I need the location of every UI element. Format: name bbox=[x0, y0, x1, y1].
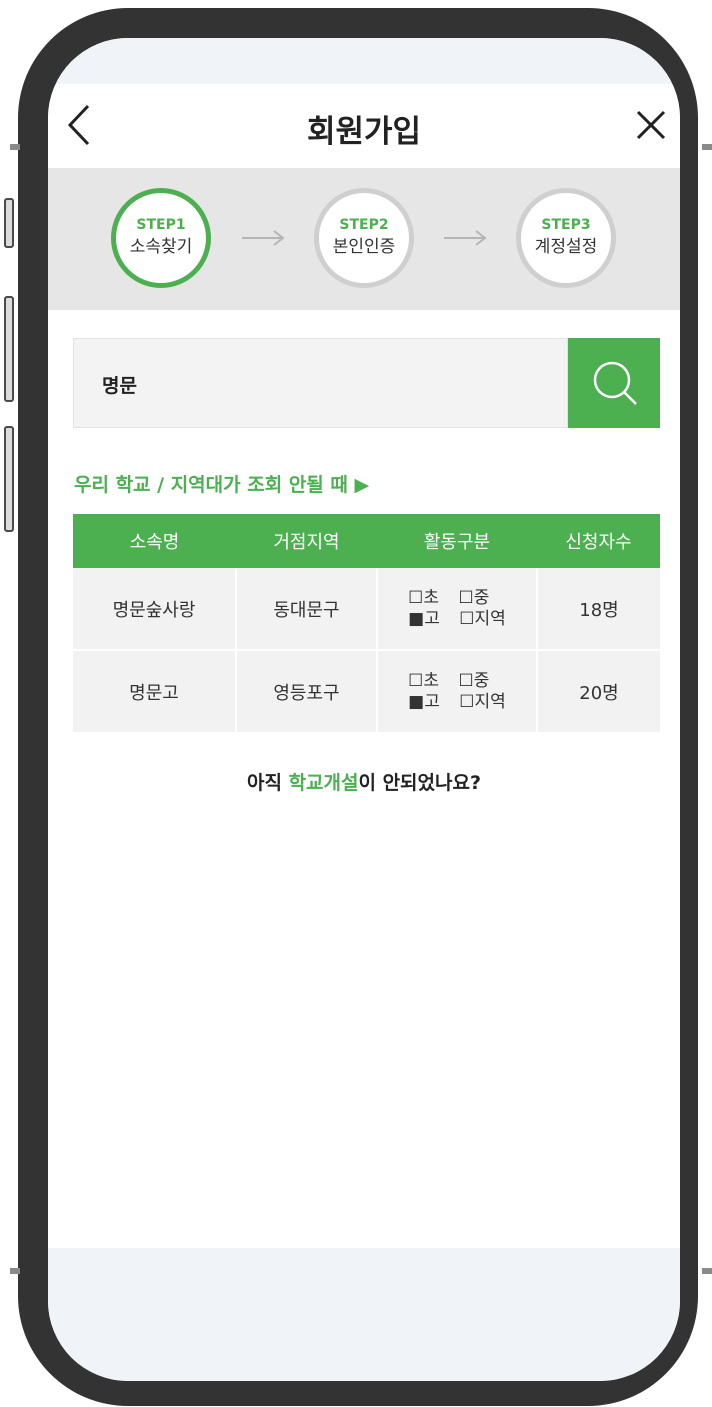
category-middle: ☐중 bbox=[458, 587, 490, 608]
step-number: STEP2 bbox=[339, 217, 389, 233]
step-number: STEP3 bbox=[541, 217, 591, 233]
close-icon bbox=[636, 110, 666, 140]
category-middle: ☐중 bbox=[458, 670, 490, 691]
step-3: STEP3 계정설정 bbox=[516, 188, 616, 288]
frame-tick bbox=[10, 144, 20, 150]
side-button bbox=[4, 198, 14, 248]
search-button[interactable] bbox=[568, 338, 660, 428]
category-high: ■고 bbox=[408, 608, 440, 629]
school-not-found-link[interactable]: 우리 학교 / 지역대가 조회 안될 때 ▶ bbox=[74, 470, 369, 497]
category-region: ☐지역 bbox=[459, 608, 506, 629]
table-row[interactable]: 명문고 영등포구 ☐초 ☐중 ■고 ☐지역 20명 bbox=[73, 650, 660, 734]
column-header: 소속명 bbox=[73, 514, 236, 568]
step-label: 계정설정 bbox=[534, 237, 598, 257]
step-1: STEP1 소속찾기 bbox=[111, 188, 211, 288]
status-area bbox=[48, 38, 680, 84]
page-title: 회원가입 bbox=[306, 114, 422, 150]
step-number: STEP1 bbox=[136, 217, 186, 233]
step-label: 소속찾기 bbox=[129, 237, 193, 257]
school-open-prompt: 아직 학교개설이 안되었나요? bbox=[48, 768, 680, 795]
table-row[interactable]: 명문숲사랑 동대문구 ☐초 ☐중 ■고 ☐지역 18명 bbox=[73, 568, 660, 651]
frame-tick bbox=[10, 1268, 20, 1274]
table-header-row: 소속명 거점지역 활동구분 신청자수 bbox=[73, 514, 660, 568]
close-button[interactable] bbox=[630, 104, 670, 144]
side-button bbox=[4, 296, 14, 402]
step-label: 본인인증 bbox=[332, 237, 396, 257]
step-2: STEP2 본인인증 bbox=[314, 188, 414, 288]
activity-cell: ☐초 ☐중 ■고 ☐지역 bbox=[377, 568, 538, 651]
arrow-right-icon bbox=[242, 230, 285, 246]
applicant-count-cell: 20명 bbox=[537, 650, 660, 734]
bottom-area bbox=[48, 1248, 680, 1381]
frame-tick bbox=[702, 144, 712, 150]
header: 회원가입 bbox=[48, 84, 680, 166]
column-header: 신청자수 bbox=[537, 514, 660, 568]
category-elementary: ☐초 bbox=[408, 587, 440, 608]
category-high: ■고 bbox=[408, 691, 440, 712]
arrow-right-icon bbox=[444, 230, 487, 246]
frame-tick bbox=[702, 1268, 712, 1274]
column-header: 활동구분 bbox=[377, 514, 537, 568]
phone-screen: 회원가입 STEP1 소속찾기 STEP2 본인인증 STEP3 계정설정 명문… bbox=[48, 38, 680, 1381]
region-cell: 동대문구 bbox=[236, 568, 378, 651]
side-button bbox=[4, 426, 14, 532]
group-name-cell: 명문고 bbox=[73, 650, 237, 734]
applicant-count-cell: 18명 bbox=[537, 568, 660, 651]
region-cell: 영등포구 bbox=[236, 650, 378, 734]
school-open-link[interactable]: 학교개설 bbox=[289, 772, 359, 794]
column-header: 거점지역 bbox=[236, 514, 377, 568]
results-table: 소속명 거점지역 활동구분 신청자수 명문숲사랑 동대문구 ☐초 ☐중 ■고 ☐… bbox=[73, 514, 660, 734]
school-open-prefix: 아직 bbox=[246, 772, 289, 794]
activity-cell: ☐초 ☐중 ■고 ☐지역 bbox=[377, 650, 538, 734]
search-icon bbox=[593, 361, 637, 405]
school-open-suffix: 이 안되었나요? bbox=[358, 772, 482, 794]
category-elementary: ☐초 bbox=[408, 670, 440, 691]
step-indicator: STEP1 소속찾기 STEP2 본인인증 STEP3 계정설정 bbox=[48, 168, 680, 310]
search-box bbox=[73, 338, 568, 428]
group-name-cell: 명문숲사랑 bbox=[73, 568, 237, 651]
search-input[interactable] bbox=[102, 367, 542, 401]
category-region: ☐지역 bbox=[459, 691, 506, 712]
